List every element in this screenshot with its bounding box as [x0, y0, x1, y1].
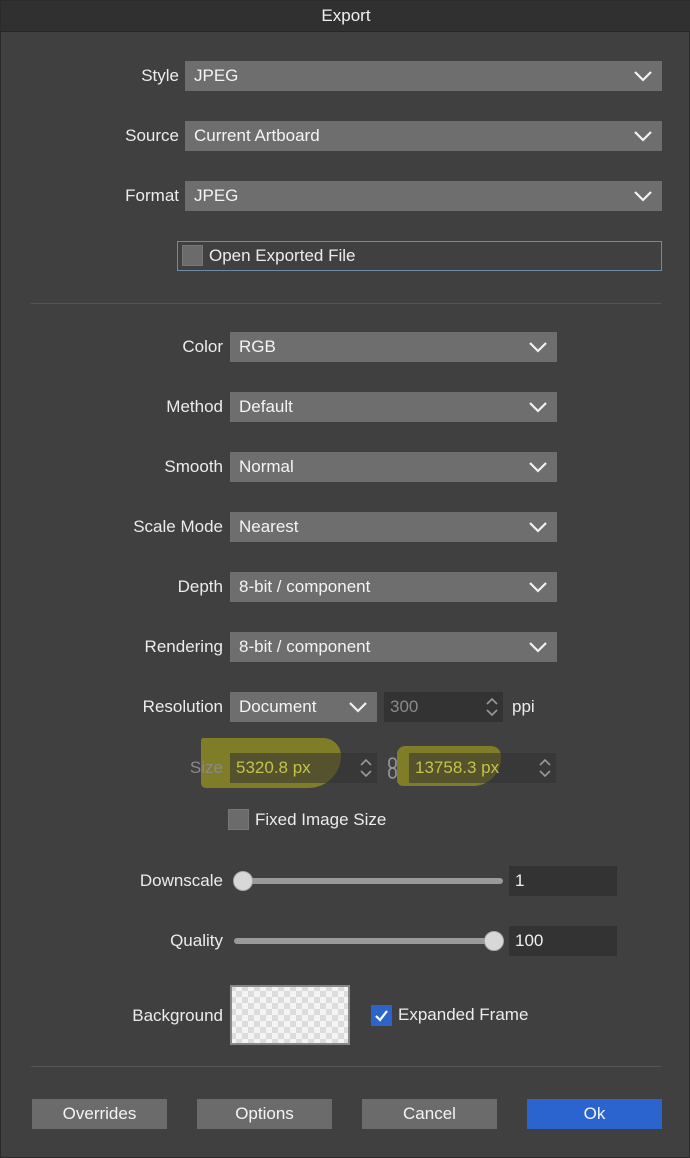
- smooth-label: Smooth: [164, 457, 223, 476]
- fixed-image-size-checkbox[interactable]: [228, 809, 249, 830]
- export-dialog: Export Style JPEG Source Current Artboar…: [0, 0, 690, 1158]
- chevron-down-icon: [529, 462, 547, 473]
- quality-label: Quality: [170, 931, 223, 950]
- size-width-value: 5320.8 px: [236, 758, 311, 777]
- downscale-slider-track[interactable]: [234, 878, 503, 884]
- depth-value: 8-bit / component: [239, 577, 371, 596]
- fixed-image-size-label: Fixed Image Size: [255, 810, 387, 829]
- scale-mode-dropdown[interactable]: Nearest: [230, 512, 557, 542]
- smooth-dropdown[interactable]: Normal: [230, 452, 557, 482]
- ok-button[interactable]: Ok: [527, 1099, 662, 1129]
- resolution-mode-dropdown[interactable]: Document: [230, 692, 377, 722]
- scale-mode-label: Scale Mode: [133, 517, 223, 536]
- format-value: JPEG: [194, 186, 239, 205]
- format-dropdown[interactable]: JPEG: [185, 181, 662, 211]
- source-dropdown[interactable]: Current Artboard: [185, 121, 662, 151]
- source-label: Source: [125, 126, 179, 145]
- window-title: Export: [1, 1, 690, 32]
- open-exported-file-label: Open Exported File: [209, 246, 356, 265]
- style-value: JPEG: [194, 66, 239, 85]
- resolution-ppi-field[interactable]: 300: [384, 692, 503, 722]
- downscale-value: 1: [515, 871, 525, 890]
- background-swatch[interactable]: [230, 985, 350, 1045]
- scale-mode-value: Nearest: [239, 517, 299, 536]
- chevron-down-icon: [529, 582, 547, 593]
- stepper-icon[interactable]: [356, 753, 376, 783]
- overrides-button[interactable]: Overrides: [32, 1099, 167, 1129]
- rendering-value: 8-bit / component: [239, 637, 371, 656]
- chevron-down-icon: [634, 131, 652, 142]
- format-label: Format: [125, 186, 179, 205]
- quality-slider-track[interactable]: [234, 938, 503, 944]
- quality-slider-handle[interactable]: [484, 931, 504, 951]
- chevron-down-icon: [529, 342, 547, 353]
- expanded-frame-checkbox[interactable]: [371, 1005, 392, 1026]
- options-button[interactable]: Options: [197, 1099, 332, 1129]
- resolution-label: Resolution: [142, 697, 223, 716]
- downscale-slider-handle[interactable]: [233, 871, 253, 891]
- chevron-down-icon: [634, 191, 652, 202]
- source-value: Current Artboard: [194, 126, 320, 145]
- smooth-value: Normal: [239, 457, 294, 476]
- divider: [31, 1066, 661, 1067]
- background-label: Background: [132, 1006, 223, 1025]
- rendering-dropdown[interactable]: 8-bit / component: [230, 632, 557, 662]
- depth-label: Depth: [177, 577, 223, 596]
- style-label: Style: [141, 66, 179, 85]
- expanded-frame-label: Expanded Frame: [398, 1005, 529, 1024]
- method-dropdown[interactable]: Default: [230, 392, 557, 422]
- size-width-field[interactable]: 5320.8 px: [230, 753, 377, 783]
- color-dropdown[interactable]: RGB: [230, 332, 557, 362]
- link-icon[interactable]: [384, 753, 402, 783]
- size-label: Size: [189, 758, 223, 777]
- size-height-field[interactable]: 13758.3 px: [409, 753, 556, 783]
- resolution-unit: ppi: [512, 697, 535, 716]
- quality-field[interactable]: 100: [509, 926, 617, 956]
- resolution-ppi-value: 300: [390, 697, 419, 716]
- chevron-down-icon: [529, 522, 547, 533]
- checkmark-icon: [375, 1010, 388, 1022]
- color-label: Color: [182, 337, 223, 356]
- style-dropdown[interactable]: JPEG: [185, 61, 662, 91]
- depth-dropdown[interactable]: 8-bit / component: [230, 572, 557, 602]
- open-exported-file-row[interactable]: Open Exported File: [177, 241, 662, 271]
- chevron-down-icon: [634, 71, 652, 82]
- resolution-mode-value: Document: [239, 697, 317, 716]
- downscale-label: Downscale: [139, 871, 223, 890]
- stepper-icon[interactable]: [482, 692, 502, 722]
- size-height-value: 13758.3 px: [415, 758, 500, 777]
- stepper-icon[interactable]: [535, 753, 555, 783]
- method-value: Default: [239, 397, 293, 416]
- chevron-down-icon: [529, 642, 547, 653]
- cancel-button[interactable]: Cancel: [362, 1099, 497, 1129]
- chevron-down-icon: [529, 402, 547, 413]
- downscale-field[interactable]: 1: [509, 866, 617, 896]
- open-exported-file-checkbox[interactable]: [182, 245, 203, 266]
- divider: [31, 303, 661, 304]
- color-value: RGB: [239, 337, 276, 356]
- quality-value: 100: [515, 931, 544, 950]
- chevron-down-icon: [349, 702, 367, 713]
- method-label: Method: [166, 397, 223, 416]
- rendering-label: Rendering: [144, 637, 223, 656]
